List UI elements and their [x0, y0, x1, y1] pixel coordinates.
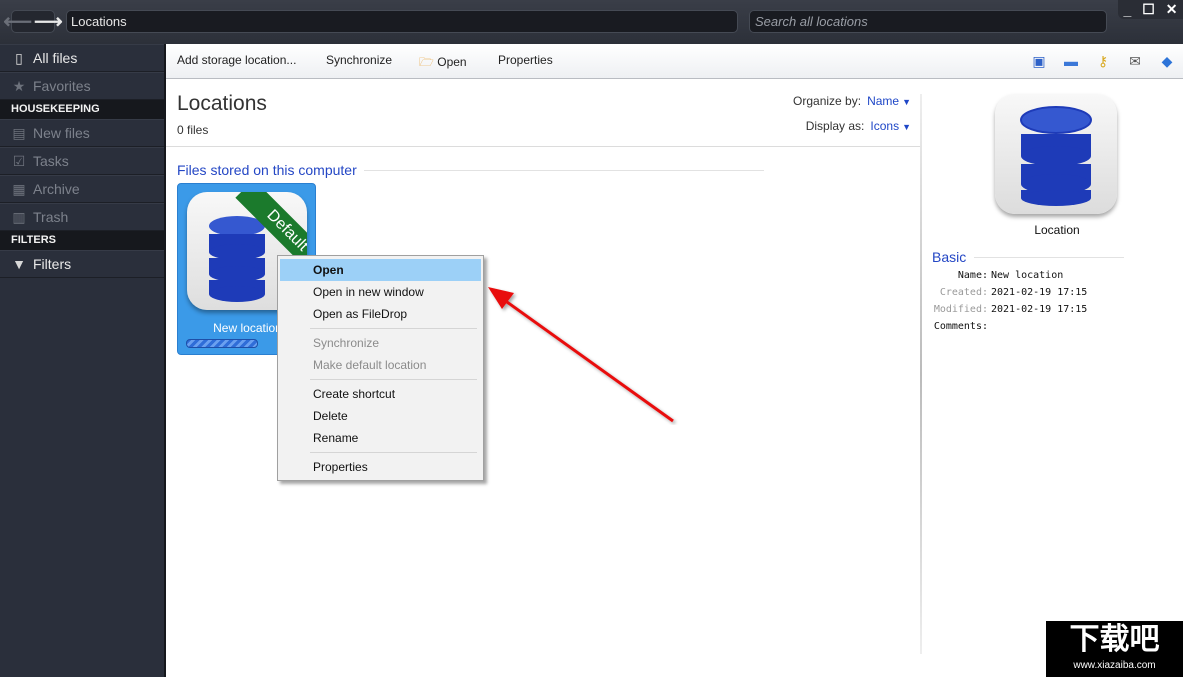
forward-arrow-icon[interactable]: ⟶ — [34, 12, 63, 32]
menu-item-properties[interactable]: Properties — [280, 456, 481, 478]
toolbar-icons: ▣ ▬ ⚷ ✉ ◆ — [1023, 51, 1183, 71]
title-bar: ⟵ ⟶ Locations Search all locations _ ☐ ✕ — [0, 0, 1183, 44]
menu-item-rename[interactable]: Rename — [280, 427, 481, 449]
window-controls: _ ☐ ✕ — [1118, 0, 1183, 19]
section-basic: Basic — [932, 249, 967, 265]
sidebar-item-label: Filters — [33, 256, 72, 272]
section-divider — [974, 257, 1124, 258]
page-title: Locations — [177, 92, 267, 115]
sidebar: ▯ All files ★ Favorites HOUSEKEEPING ▤ N… — [0, 44, 166, 677]
group-title: Files stored on this computer — [177, 162, 357, 178]
minimize-icon[interactable]: _ — [1123, 2, 1131, 18]
open-button-label: Open — [437, 55, 467, 69]
menu-separator — [310, 379, 477, 380]
property-row: Created: 2021-02-19 17:15 — [932, 287, 1088, 304]
watermark-logo: 下载吧 www.xiazaiba.com — [1046, 621, 1183, 677]
property-key: Comments: — [933, 321, 988, 332]
sidebar-section-housekeeping: HOUSEKEEPING — [0, 100, 164, 119]
open-button[interactable]: 🗁 Open — [419, 53, 467, 74]
nav-buttons: ⟵ ⟶ — [3, 10, 63, 33]
sidebar-item-archive[interactable]: ▦ Archive — [0, 175, 164, 203]
menu-item-delete[interactable]: Delete — [280, 405, 481, 427]
add-storage-button[interactable]: Add storage location... — [177, 53, 296, 67]
mail-icon[interactable]: ✉ — [1119, 51, 1151, 71]
property-key: Name: — [957, 270, 988, 281]
key-icon[interactable]: ⚷ — [1087, 51, 1119, 71]
tile-progress-bar — [186, 339, 258, 348]
menu-item-open-filedrop[interactable]: Open as FileDrop — [280, 303, 481, 325]
group-divider — [364, 170, 764, 171]
sidebar-item-label: New files — [33, 125, 90, 141]
sidebar-item-favorites[interactable]: ★ Favorites — [0, 72, 164, 100]
display-as[interactable]: Display as: Icons ▼ — [806, 119, 911, 133]
sidebar-item-label: All files — [33, 50, 78, 66]
property-value: 2021-02-19 17:15 — [991, 304, 1088, 315]
menu-item-create-shortcut[interactable]: Create shortcut — [280, 383, 481, 405]
property-row: Modified: 2021-02-19 17:15 — [932, 304, 1088, 321]
sidebar-item-new-files[interactable]: ▤ New files — [0, 119, 164, 147]
details-title: Location — [1034, 223, 1080, 237]
menu-item-make-default[interactable]: Make default location — [280, 354, 481, 376]
display-value[interactable]: Icons — [870, 119, 899, 133]
sidebar-item-label: Archive — [33, 181, 80, 197]
sidebar-item-filters[interactable]: ▼ Filters — [0, 250, 164, 278]
maximize-icon[interactable]: ☐ — [1142, 1, 1155, 18]
sidebar-section-filters: FILTERS — [0, 231, 164, 250]
card-icon[interactable]: ▬ — [1055, 51, 1087, 71]
clipboard-icon: ☑ — [12, 152, 26, 169]
menu-separator — [310, 328, 477, 329]
sidebar-item-label: Tasks — [33, 153, 69, 169]
toolbar: Add storage location... Synchronize 🗁 Op… — [166, 44, 1183, 79]
watermark-text: 下载吧 — [1069, 623, 1160, 656]
menu-item-open[interactable]: Open — [280, 259, 481, 281]
file-icon: ▯ — [15, 49, 23, 66]
sidebar-item-trash[interactable]: ▥ Trash — [0, 203, 164, 231]
sidebar-item-label: Trash — [33, 209, 69, 225]
file-count: 0 files — [177, 123, 209, 137]
context-menu: Open Open in new window Open as FileDrop… — [277, 255, 484, 481]
close-icon[interactable]: ✕ — [1166, 1, 1178, 18]
database-icon — [995, 94, 1117, 214]
archive-icon: ▦ — [12, 180, 26, 197]
app-window: ⟵ ⟶ Locations Search all locations _ ☐ ✕… — [0, 0, 1183, 677]
property-value[interactable] — [988, 321, 991, 338]
header-divider — [166, 146, 921, 147]
display-label: Display as: — [805, 119, 865, 133]
sidebar-item-label: Favorites — [33, 78, 91, 94]
watermark-url: www.xiazaiba.com — [1073, 660, 1156, 671]
details-pane: Location Basic Name: New location Create… — [922, 80, 1183, 677]
new-file-icon: ▤ — [12, 124, 26, 141]
property-row: Name: New location — [932, 270, 1087, 287]
organize-value[interactable]: Name — [867, 94, 899, 108]
info-icon[interactable]: ◆ — [1151, 51, 1183, 71]
menu-item-open-new-window[interactable]: Open in new window — [280, 281, 481, 303]
property-row: Comments: — [932, 321, 1087, 338]
properties-button[interactable]: Properties — [498, 53, 553, 67]
funnel-icon: ▼ — [12, 256, 26, 272]
properties-list: Name: New location Created: 2021-02-19 1… — [932, 270, 1088, 338]
sidebar-item-all-files[interactable]: ▯ All files — [0, 44, 164, 72]
annotation-arrow-icon — [488, 287, 674, 423]
synchronize-button[interactable]: Synchronize — [326, 53, 392, 67]
back-arrow-icon[interactable]: ⟵ — [3, 12, 32, 32]
panel-icon[interactable]: ▣ — [1023, 51, 1055, 71]
folder-open-icon: 🗁 — [419, 55, 434, 69]
property-value[interactable]: New location — [988, 270, 1063, 287]
trash-icon: ▥ — [12, 208, 26, 225]
menu-separator — [310, 452, 477, 453]
menu-item-synchronize[interactable]: Synchronize — [280, 332, 481, 354]
organize-by[interactable]: Organize by: Name ▼ — [793, 94, 911, 108]
star-icon: ★ — [12, 77, 26, 94]
chevron-down-icon[interactable]: ▼ — [902, 97, 911, 107]
organize-label: Organize by: — [793, 94, 862, 108]
property-key: Created: — [939, 287, 988, 298]
search-input[interactable]: Search all locations — [749, 10, 1107, 33]
chevron-down-icon[interactable]: ▼ — [902, 122, 911, 132]
address-bar[interactable]: Locations — [66, 10, 738, 33]
property-key: Modified: — [933, 304, 988, 315]
property-value: 2021-02-19 17:15 — [991, 287, 1088, 298]
sidebar-item-tasks[interactable]: ☑ Tasks — [0, 147, 164, 175]
